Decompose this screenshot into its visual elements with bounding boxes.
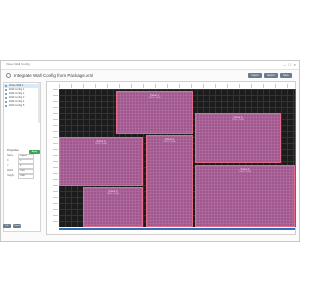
ok-button[interactable]: OK [3, 224, 11, 228]
layout-icon [5, 89, 7, 91]
display-panel[interactable]: Panel 5 1920 x 1080 [83, 187, 143, 227]
export-button[interactable]: Export [264, 73, 278, 78]
panel-size: 1920 x 1080 [238, 171, 252, 173]
cancel-button[interactable]: Cancel [13, 224, 21, 228]
panel-size: 1920 x 1080 [231, 119, 245, 121]
display-panel[interactable]: Panel 4 1920 x 1080 [146, 135, 193, 227]
display-panel[interactable]: Panel 2 1920 x 1080 [195, 113, 281, 163]
property-input[interactable]: 1080 [18, 174, 34, 179]
import-button[interactable]: Import [248, 73, 262, 78]
maximize-icon[interactable]: □ [289, 62, 291, 67]
display-panel[interactable]: Panel 6 1920 x 1080 [195, 165, 295, 227]
property-row: Y0 [7, 164, 39, 169]
tree-item-label: Wall Config 2 [9, 92, 25, 95]
properties-panel: Properties Name Layout X0 Y0 Width 1920 He… [7, 149, 39, 179]
property-label: X [7, 159, 9, 162]
property-label: Width [7, 169, 14, 172]
config-icon [6, 73, 11, 78]
save-button[interactable]: Save [280, 73, 292, 78]
tree-item-label: Video Wall 1 [9, 84, 24, 87]
canvas-grid[interactable]: Panel 1 1920 x 1080 Panel 2 1920 x 1080 … [59, 89, 296, 227]
property-row: Width 1920 [7, 169, 39, 174]
minimize-icon[interactable]: – [284, 62, 286, 67]
property-row: X0 [7, 159, 39, 164]
panel-size: 1920 x 1080 [94, 143, 108, 145]
title-bar: Video Wall Config – □ × [1, 61, 299, 70]
properties-title: Properties [7, 149, 19, 152]
layout-icon [5, 93, 7, 95]
panel-size: 1920 x 1080 [106, 193, 120, 195]
property-label: Name [7, 154, 14, 157]
vertical-ruler [53, 89, 58, 227]
wall-canvas[interactable]: Panel 1 1920 x 1080 Panel 2 1920 x 1080 … [46, 81, 296, 235]
page-title: Integrate Wall Config from Package.xml [14, 73, 94, 78]
horizontal-ruler [59, 84, 295, 88]
property-label: Height [7, 174, 14, 177]
display-panel[interactable]: Panel 3 1920 x 1080 [59, 137, 143, 186]
tree-item-label: Wall Config 4 [9, 100, 25, 103]
canvas-bottom-bar [59, 228, 295, 230]
layout-icon [5, 97, 7, 99]
tree-item-label: Wall Config 3 [9, 96, 25, 99]
panel-size: 1920 x 1080 [148, 97, 161, 99]
window-title: Video Wall Config [6, 62, 30, 66]
property-label: Y [7, 164, 9, 167]
config-window: Video Wall Config – □ × Integrate Wall C… [0, 60, 300, 242]
config-tree: Video Wall 1 Wall Config 1 Wall Config 2… [4, 84, 40, 108]
property-row: Height 1080 [7, 174, 39, 179]
panel-size: 1920 x 1080 [163, 141, 176, 143]
layout-icon [5, 105, 7, 107]
tree-item-label: Wall Config 5 [9, 104, 25, 107]
close-icon[interactable]: × [294, 62, 296, 67]
tree-item-label: Wall Config 1 [9, 88, 25, 91]
wall-icon [5, 85, 7, 87]
tree-item[interactable]: Wall Config 5 [4, 104, 40, 108]
property-row: Name Layout [7, 154, 39, 159]
display-panel[interactable]: Panel 1 1920 x 1080 [116, 91, 193, 134]
left-panel: Video Wall 1 Wall Config 1 Wall Config 2… [3, 82, 41, 232]
layout-icon [5, 101, 7, 103]
